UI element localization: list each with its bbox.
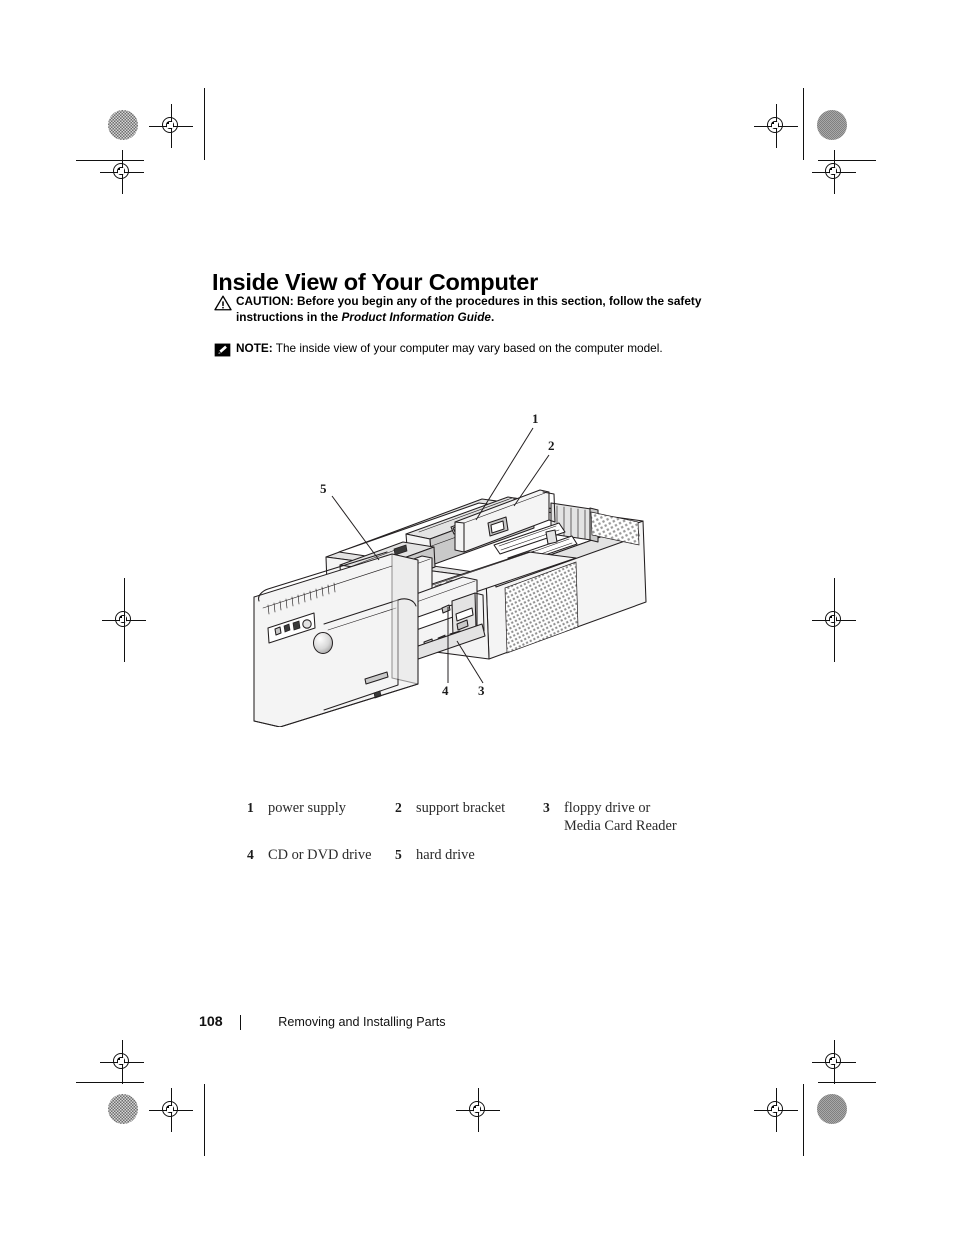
caution-admonition: CAUTION: Before you begin any of the pro… — [214, 294, 754, 325]
note-text-body: The inside view of your computer may var… — [272, 341, 663, 355]
front-bezel — [253, 551, 419, 727]
legend-label: CD or DVD drive — [268, 847, 372, 864]
legend-number: 1 — [247, 800, 254, 815]
callout-number-5: 5 — [320, 481, 327, 496]
legend-item-empty — [543, 847, 713, 865]
chassis-line-art: .ln { fill:none; stroke:#231f20; stroke-… — [253, 411, 647, 727]
computer-inside-view-illustration: .ln { fill:none; stroke:#231f20; stroke-… — [246, 402, 676, 727]
page-content: Inside View of Your Computer CAUTION: Be… — [0, 0, 954, 1235]
footer-separator — [240, 1014, 242, 1030]
legend-item-5: 5 hard drive — [395, 847, 543, 865]
callout-number-3: 3 — [478, 683, 485, 698]
legend-row: 1 power supply 2 support bracket 3 flopp… — [247, 800, 717, 835]
callout-number-2: 2 — [548, 438, 555, 453]
page-number: 108 — [199, 1014, 223, 1030]
warning-triangle-icon — [214, 294, 236, 311]
legend-number: 3 — [543, 800, 550, 815]
legend-item-1: 1 power supply — [247, 800, 395, 835]
caution-guide-title: Product Information Guide — [341, 309, 491, 324]
page-title: Inside View of Your Computer — [212, 268, 539, 295]
callout-number-4: 4 — [442, 683, 449, 698]
legend-label: hard drive — [416, 847, 475, 864]
note-text: NOTE: The inside view of your computer m… — [236, 341, 663, 357]
legend-label: support bracket — [416, 800, 506, 816]
legend-item-2: 2 support bracket — [395, 800, 543, 835]
footer-section-title: Removing and Installing Parts — [278, 1015, 446, 1029]
legend-number: 4 — [247, 847, 254, 863]
legend-number: 2 — [395, 800, 402, 815]
caution-label: CAUTION: — [236, 294, 294, 308]
legend-item-4: 4 CD or DVD drive — [247, 847, 395, 865]
caution-text-tail: . — [490, 309, 495, 324]
illustration-legend: 1 power supply 2 support bracket 3 flopp… — [247, 800, 717, 877]
page-footer: 108 Removing and Installing Parts — [199, 1014, 446, 1030]
legend-item-3: 3 floppy drive or Media Card Reader — [543, 800, 713, 835]
legend-row: 4 CD or DVD drive 5 hard drive — [247, 847, 717, 865]
caution-text: CAUTION: Before you begin any of the pro… — [236, 294, 754, 325]
legend-label: floppy drive or Media Card Reader — [564, 800, 677, 834]
legend-number: 5 — [395, 847, 402, 863]
note-admonition: NOTE: The inside view of your computer m… — [214, 341, 754, 357]
callout-number-1: 1 — [532, 411, 539, 426]
legend-label: power supply — [268, 800, 346, 816]
note-label: NOTE: — [236, 341, 273, 355]
note-pencil-icon — [214, 341, 236, 357]
